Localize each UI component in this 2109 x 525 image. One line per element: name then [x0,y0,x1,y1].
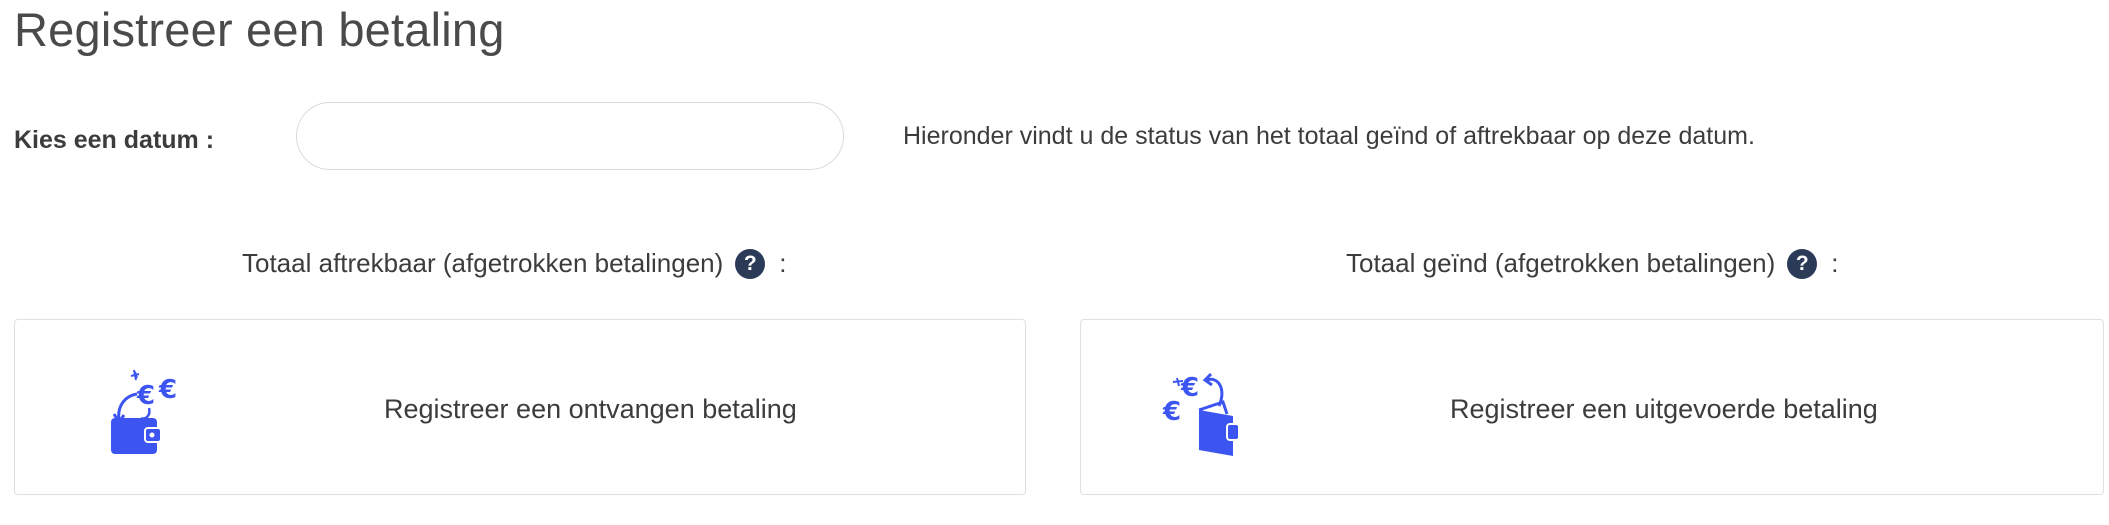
total-collected-colon: : [1831,248,1839,278]
register-received-payment-button[interactable]: € € Registreer een ontvangen betaling [14,319,1026,495]
svg-text:€: € [1180,373,1199,403]
svg-text:€: € [136,381,155,411]
wallet-receive-euro-icon: € € [111,369,177,454]
question-circle-icon[interactable]: ? [1787,248,1818,279]
total-deductible: Totaal aftrekbaar (afgetrokken betalinge… [242,248,787,279]
register-received-payment-label: Registreer een ontvangen betaling [384,394,797,424]
register-made-payment-button[interactable]: € € Registreer een uitgevoerde betaling [1080,319,2104,495]
date-label: Kies een datum : [14,126,215,154]
total-deductible-label: Totaal aftrekbaar (afgetrokken betalinge… [242,248,724,278]
total-deductible-colon: : [779,248,787,278]
date-input[interactable] [296,102,844,170]
svg-text:€: € [158,375,177,405]
register-made-payment-label: Registreer een uitgevoerde betaling [1450,394,1878,424]
total-collected-label: Totaal geïnd (afgetrokken betalingen) [1346,248,1776,278]
page-title: Registreer een betaling [14,3,505,56]
date-info-text: Hieronder vindt u de status van het tota… [903,122,1755,150]
wallet-send-euro-icon: € € [1162,372,1240,456]
svg-text:€: € [1162,397,1181,427]
question-circle-icon[interactable]: ? [735,248,766,279]
total-collected: Totaal geïnd (afgetrokken betalingen) ? … [1346,248,1839,279]
